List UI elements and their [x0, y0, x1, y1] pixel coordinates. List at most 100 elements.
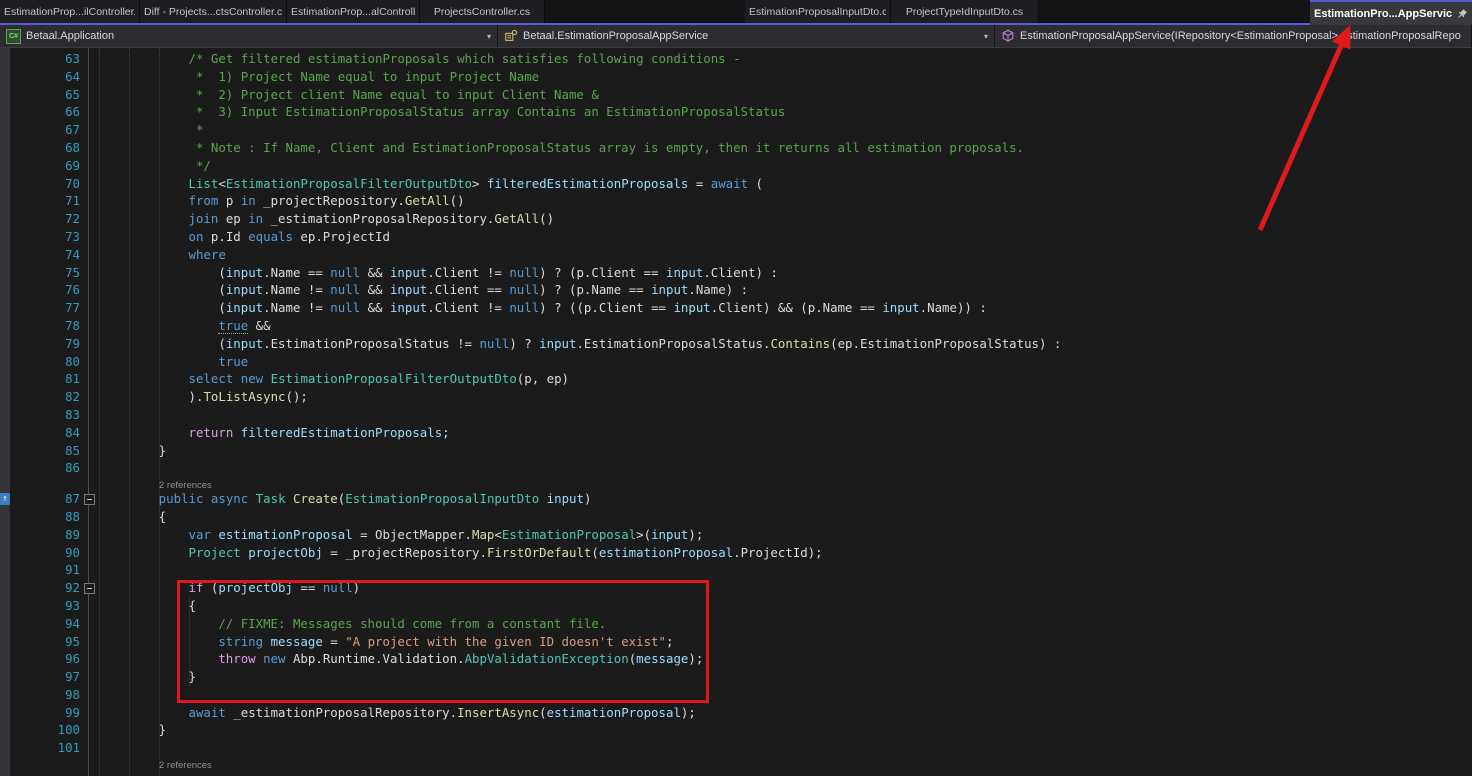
code-line[interactable]: 80true: [0, 353, 1472, 371]
code-text[interactable]: on p.Id equals ep.ProjectId: [99, 228, 1472, 246]
code-line[interactable]: 86: [0, 459, 1472, 477]
code-text[interactable]: join ep in _estimationProposalRepository…: [99, 210, 1472, 228]
code-line[interactable]: 88{: [0, 508, 1472, 526]
code-text[interactable]: {: [99, 597, 1472, 615]
code-text[interactable]: * 2) Project client Name equal to input …: [99, 86, 1472, 104]
line-number: 98: [0, 686, 80, 704]
code-line[interactable]: 77(input.Name != null && input.Client !=…: [0, 299, 1472, 317]
code-text[interactable]: List<EstimationProposalFilterOutputDto> …: [99, 175, 1472, 193]
code-line[interactable]: 92if (projectObj == null): [0, 579, 1472, 597]
code-line[interactable]: 96throw new Abp.Runtime.Validation.AbpVa…: [0, 650, 1472, 668]
outlining-margin: [80, 704, 99, 722]
code-line[interactable]: 72join ep in _estimationProposalReposito…: [0, 210, 1472, 228]
code-line[interactable]: 97}: [0, 668, 1472, 686]
editor-tab[interactable]: EstimationProp...ilController.cs: [0, 0, 140, 23]
code-text[interactable]: [99, 686, 1472, 704]
member-dropdown[interactable]: EstimationProposalAppService(IRepository…: [995, 25, 1472, 47]
code-line[interactable]: 64* 1) Project Name equal to input Proje…: [0, 68, 1472, 86]
code-line[interactable]: 95string message = "A project with the g…: [0, 633, 1472, 651]
code-line[interactable]: 75(input.Name == null && input.Client !=…: [0, 264, 1472, 282]
code-line[interactable]: 69*/: [0, 157, 1472, 175]
code-editor[interactable]: 63/* Get filtered estimationProposals wh…: [0, 48, 1472, 776]
code-text[interactable]: [99, 561, 1472, 579]
code-text[interactable]: * 1) Project Name equal to input Project…: [99, 68, 1472, 86]
code-text[interactable]: where: [99, 246, 1472, 264]
code-text[interactable]: public async Task Create(EstimationPropo…: [99, 490, 1472, 508]
code-line[interactable]: 68* Note : If Name, Client and Estimatio…: [0, 139, 1472, 157]
editor-tab[interactable]: ProjectsController.cs: [420, 0, 545, 23]
code-text[interactable]: from p in _projectRepository.GetAll(): [99, 192, 1472, 210]
code-text[interactable]: true &&: [99, 317, 1472, 335]
code-text[interactable]: (input.Name != null && input.Client == n…: [99, 281, 1472, 299]
code-text[interactable]: (input.Name != null && input.Client != n…: [99, 299, 1472, 317]
fold-collapse-icon[interactable]: [84, 494, 95, 505]
outlining-margin: [80, 739, 99, 757]
code-line[interactable]: 82).ToListAsync();: [0, 388, 1472, 406]
code-line[interactable]: ↑87public async Task Create(EstimationPr…: [0, 490, 1472, 508]
code-line[interactable]: 90Project projectObj = _projectRepositor…: [0, 544, 1472, 562]
code-text[interactable]: [99, 406, 1472, 424]
code-line[interactable]: 71from p in _projectRepository.GetAll(): [0, 192, 1472, 210]
code-line[interactable]: 85}: [0, 442, 1472, 460]
code-text[interactable]: *: [99, 121, 1472, 139]
outlining-margin: [80, 175, 99, 193]
code-line[interactable]: 73on p.Id equals ep.ProjectId: [0, 228, 1472, 246]
code-text[interactable]: ).ToListAsync();: [99, 388, 1472, 406]
code-text[interactable]: */: [99, 157, 1472, 175]
code-text[interactable]: var estimationProposal = ObjectMapper.Ma…: [99, 526, 1472, 544]
editor-tab[interactable]: ProjectTypeIdInputDto.cs: [891, 0, 1039, 23]
code-line[interactable]: 84return filteredEstimationProposals;: [0, 424, 1472, 442]
codelens-references-link[interactable]: 2 references: [159, 760, 212, 771]
code-text[interactable]: {: [99, 508, 1472, 526]
code-line[interactable]: 101: [0, 739, 1472, 757]
code-line[interactable]: 65* 2) Project client Name equal to inpu…: [0, 86, 1472, 104]
code-line[interactable]: 79(input.EstimationProposalStatus != nul…: [0, 335, 1472, 353]
code-text[interactable]: await _estimationProposalRepository.Inse…: [99, 704, 1472, 722]
code-text[interactable]: Project projectObj = _projectRepository.…: [99, 544, 1472, 562]
code-line[interactable]: 83: [0, 406, 1472, 424]
code-line[interactable]: 63/* Get filtered estimationProposals wh…: [0, 50, 1472, 68]
code-line[interactable]: 91: [0, 561, 1472, 579]
editor-tab[interactable]: EstimationProposalInputDto.cs: [745, 0, 891, 23]
pin-icon[interactable]: [1456, 8, 1468, 20]
code-line[interactable]: 74where: [0, 246, 1472, 264]
code-line[interactable]: 76(input.Name != null && input.Client ==…: [0, 281, 1472, 299]
code-line[interactable]: 94 // FIXME: Messages should come from a …: [0, 615, 1472, 633]
code-text[interactable]: return filteredEstimationProposals;: [99, 424, 1472, 442]
editor-tab[interactable]: EstimationProp...alController.cs: [287, 0, 420, 23]
code-text[interactable]: }: [99, 721, 1472, 739]
code-text[interactable]: // FIXME: Messages should come from a co…: [99, 615, 1472, 633]
code-text[interactable]: throw new Abp.Runtime.Validation.AbpVali…: [99, 650, 1472, 668]
code-line[interactable]: 99await _estimationProposalRepository.In…: [0, 704, 1472, 722]
code-line[interactable]: 81select new EstimationProposalFilterOut…: [0, 370, 1472, 388]
margin-marker-icon[interactable]: ↑: [0, 493, 10, 505]
code-text[interactable]: string message = "A project with the giv…: [99, 633, 1472, 651]
code-text[interactable]: }: [99, 668, 1472, 686]
code-text[interactable]: (input.Name == null && input.Client != n…: [99, 264, 1472, 282]
code-line[interactable]: 100}: [0, 721, 1472, 739]
code-line[interactable]: 78true &&: [0, 317, 1472, 335]
code-text[interactable]: [99, 459, 1472, 477]
editor-tab[interactable]: Diff - Projects...ctsController.cs: [140, 0, 287, 23]
line-number: 94: [0, 615, 80, 633]
code-text[interactable]: (input.EstimationProposalStatus != null)…: [99, 335, 1472, 353]
code-line[interactable]: 70List<EstimationProposalFilterOutputDto…: [0, 175, 1472, 193]
code-text[interactable]: * Note : If Name, Client and EstimationP…: [99, 139, 1472, 157]
code-text[interactable]: * 3) Input EstimationProposalStatus arra…: [99, 103, 1472, 121]
code-text[interactable]: select new EstimationProposalFilterOutpu…: [99, 370, 1472, 388]
code-line[interactable]: 89var estimationProposal = ObjectMapper.…: [0, 526, 1472, 544]
type-dropdown[interactable]: Betaal.EstimationProposalAppService ▾: [498, 25, 995, 47]
code-line[interactable]: 67*: [0, 121, 1472, 139]
code-line[interactable]: 66* 3) Input EstimationProposalStatus ar…: [0, 103, 1472, 121]
code-line[interactable]: 93{: [0, 597, 1472, 615]
fold-collapse-icon[interactable]: [84, 583, 95, 594]
code-text[interactable]: [99, 739, 1472, 757]
code-text[interactable]: /* Get filtered estimationProposals whic…: [99, 50, 1472, 68]
code-text[interactable]: if (projectObj == null): [99, 579, 1472, 597]
outlining-margin: [80, 370, 99, 388]
code-line[interactable]: 98: [0, 686, 1472, 704]
project-dropdown[interactable]: C# Betaal.Application ▾: [0, 25, 498, 47]
active-editor-tab[interactable]: EstimationPro...AppService.cs: [1310, 0, 1472, 25]
code-text[interactable]: true: [99, 353, 1472, 371]
code-text[interactable]: }: [99, 442, 1472, 460]
